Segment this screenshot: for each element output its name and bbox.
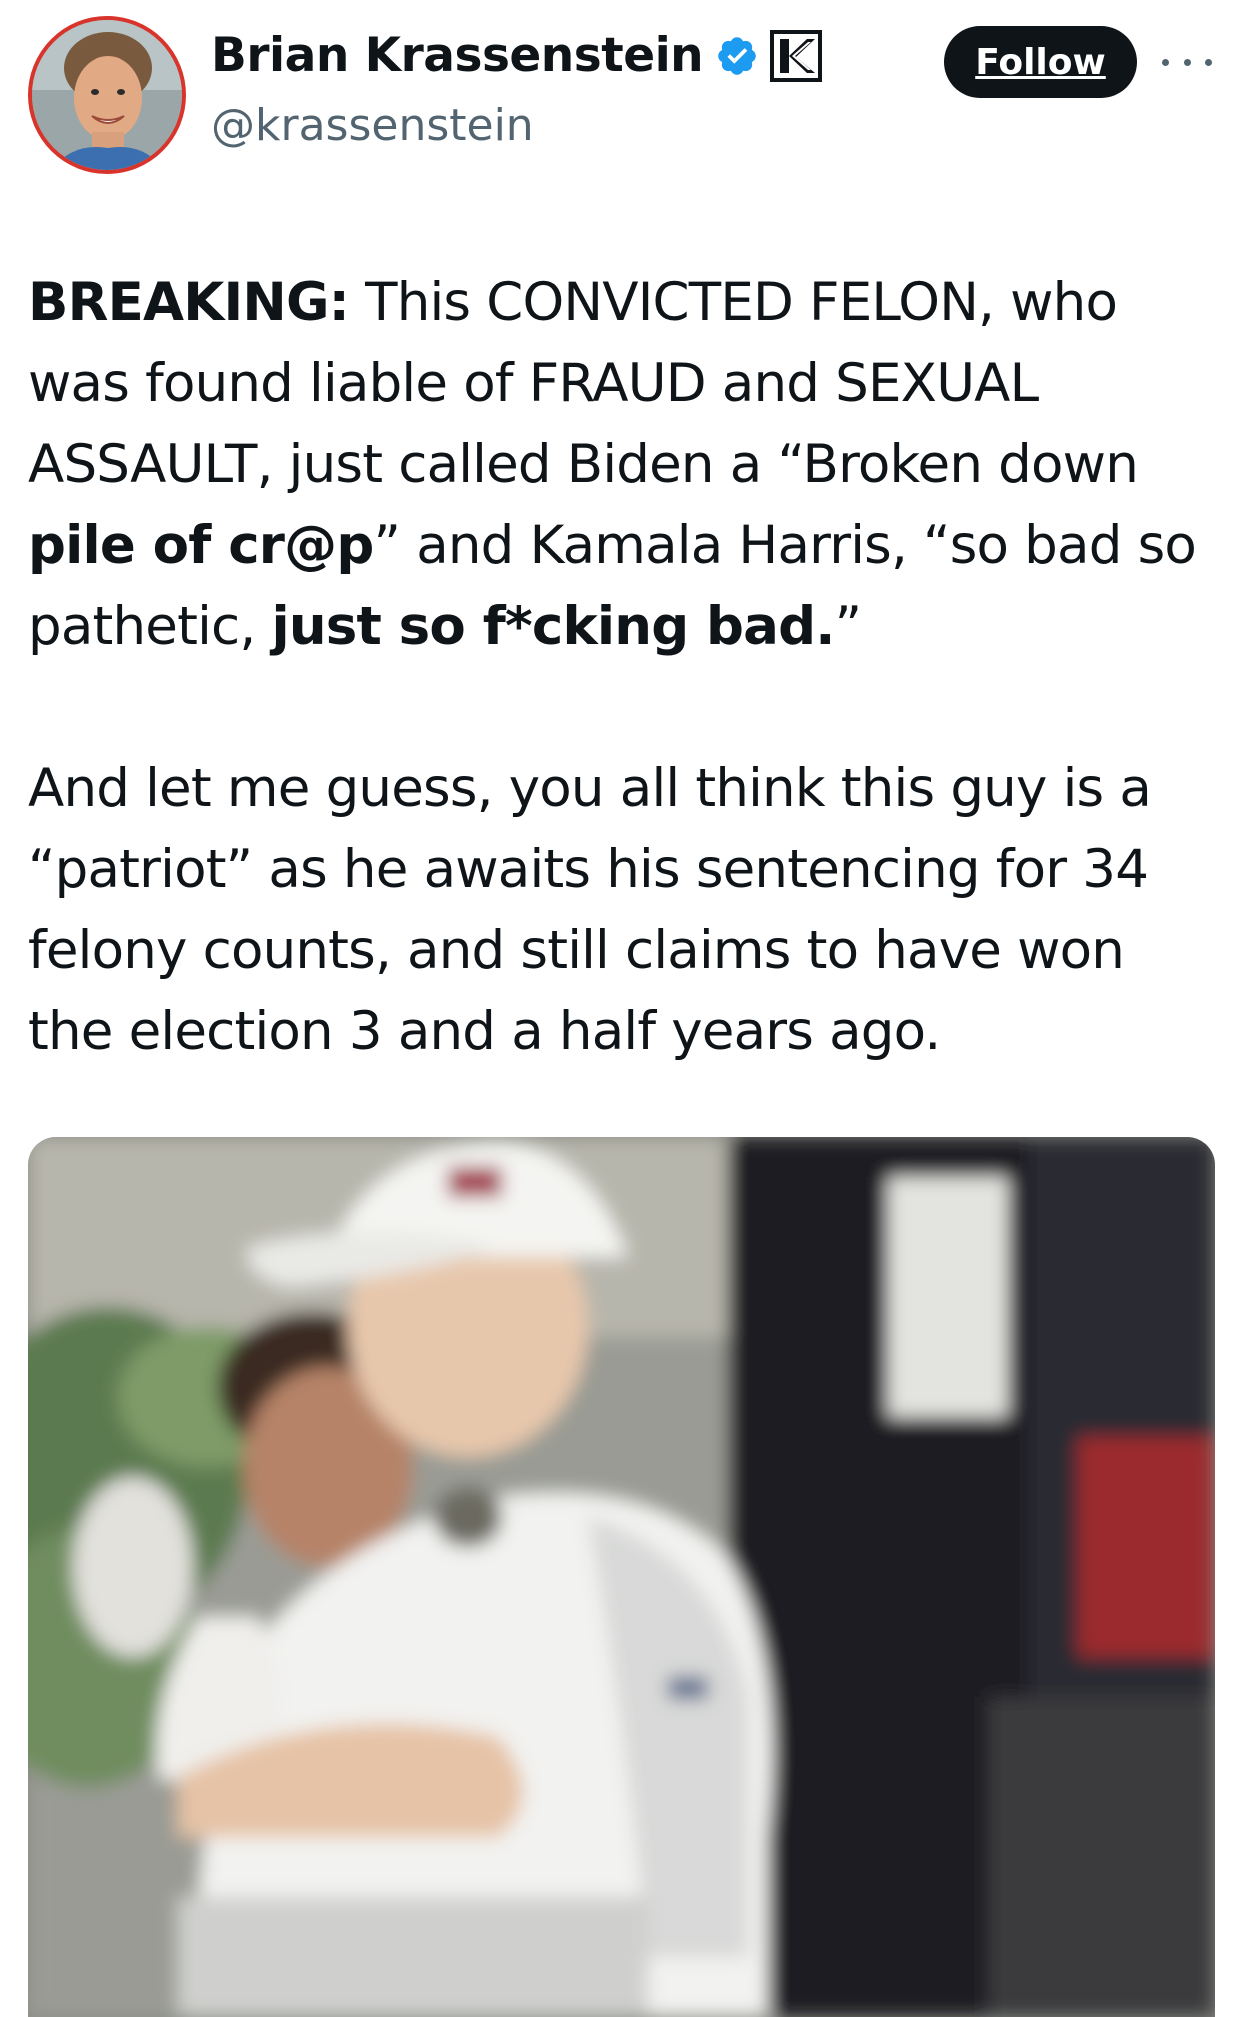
more-options-icon[interactable]: [1162, 44, 1212, 80]
tweet-bold-phrase: just so f*cking bad.: [271, 596, 835, 657]
k-affiliate-icon[interactable]: [769, 29, 823, 83]
avatar[interactable]: [28, 16, 186, 174]
tweet-text-segment: ”: [834, 596, 862, 657]
video-still-image: [28, 1137, 1215, 2017]
follow-button[interactable]: Follow: [944, 26, 1137, 98]
more-dot: [1162, 58, 1169, 66]
tweet-paragraph-1: BREAKING: This CONVICTED FELON, who was …: [28, 262, 1223, 667]
tweet-bold-phrase: pile of cr@p: [28, 515, 374, 576]
author-handle[interactable]: @krassenstein: [211, 100, 534, 151]
author-display-name[interactable]: Brian Krassenstein: [211, 28, 704, 83]
tweet-paragraph-2: And let me guess, you all think this guy…: [28, 758, 1152, 1062]
tweet-media-video[interactable]: [28, 1137, 1215, 2017]
verified-badge-icon: [715, 34, 759, 78]
more-dot: [1183, 58, 1191, 66]
tweet-bold-breaking: BREAKING:: [28, 272, 350, 333]
author-name-row: Brian Krassenstein: [211, 28, 823, 83]
tweet-header: Brian Krassenstein @krassenstein Follow: [0, 0, 1242, 200]
more-dot: [1205, 58, 1212, 66]
avatar-portrait-image: [32, 20, 182, 170]
tweet-text: BREAKING: This CONVICTED FELON, who was …: [28, 262, 1223, 1072]
